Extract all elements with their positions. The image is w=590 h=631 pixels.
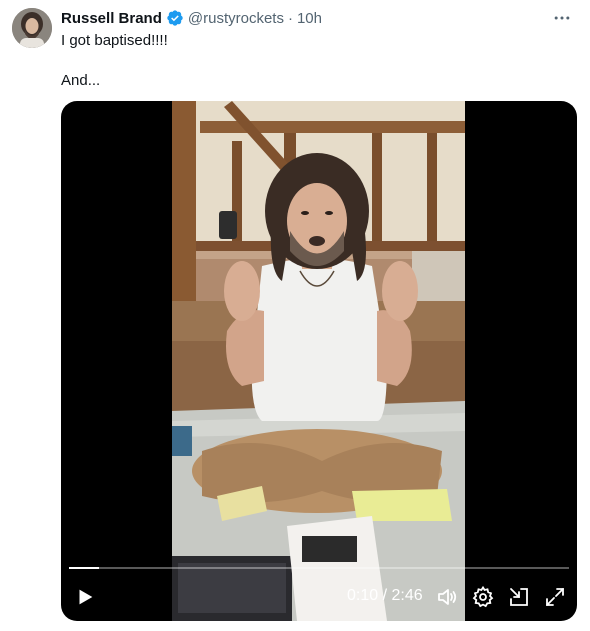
tweet-text: I got baptised!!!! And... (61, 32, 168, 89)
separator-dot: · (287, 9, 293, 27)
play-icon[interactable] (73, 585, 97, 609)
dock-icon[interactable] (507, 585, 531, 609)
tweet-header: Russell Brand @rustyrockets · 10h (61, 8, 322, 28)
fullscreen-icon[interactable] (543, 585, 567, 609)
more-horizontal-icon[interactable] (548, 6, 576, 30)
video-progress-fill (69, 567, 99, 569)
video-time: 0:10 / 2:46 (347, 587, 423, 604)
video-controls: 0:10 / 2:46 (61, 579, 577, 615)
author-handle[interactable]: @rustyrockets (188, 10, 284, 27)
author-name[interactable]: Russell Brand (61, 10, 162, 27)
settings-icon[interactable] (471, 585, 495, 609)
video-player[interactable]: 0:10 / 2:46 (61, 101, 577, 621)
video-progress-bar[interactable] (69, 567, 569, 569)
video-frame[interactable] (172, 101, 465, 621)
avatar[interactable] (12, 8, 52, 48)
tweet-time[interactable]: 10h (297, 10, 322, 27)
volume-icon[interactable] (435, 585, 459, 609)
verified-badge-icon[interactable] (166, 9, 184, 27)
